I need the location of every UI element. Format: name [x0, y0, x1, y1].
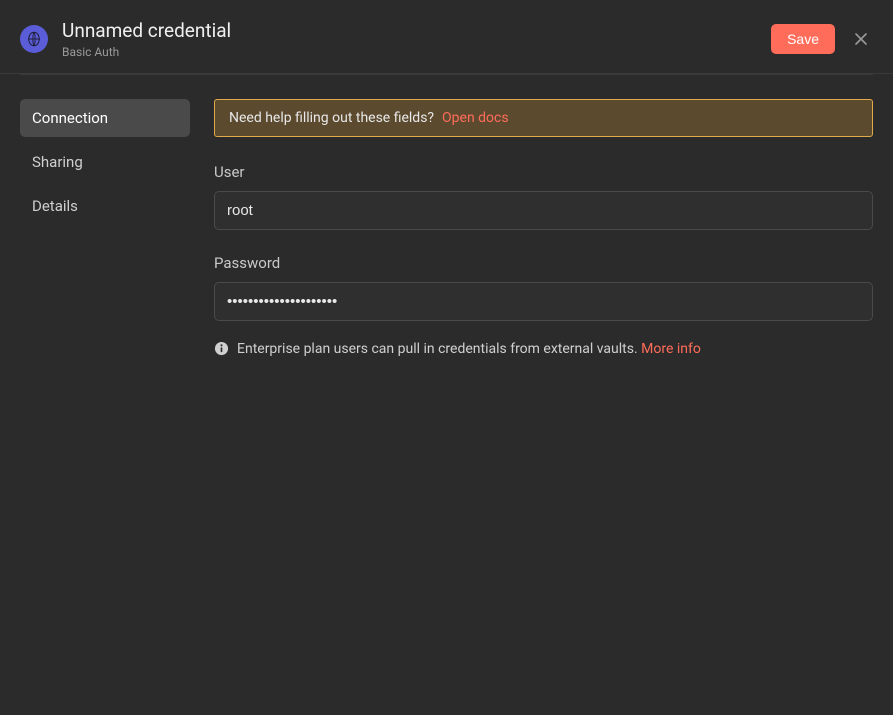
- tab-connection[interactable]: Connection: [20, 99, 190, 137]
- save-button[interactable]: Save: [771, 24, 835, 54]
- more-info-link[interactable]: More info: [641, 341, 701, 357]
- user-field: User: [214, 163, 873, 230]
- help-banner: Need help filling out these fields? Open…: [214, 99, 873, 137]
- help-banner-text: Need help filling out these fields?: [229, 110, 434, 126]
- tab-details[interactable]: Details: [20, 187, 190, 225]
- password-input[interactable]: [214, 282, 873, 321]
- open-docs-link[interactable]: Open docs: [442, 110, 509, 126]
- tab-sharing[interactable]: Sharing: [20, 143, 190, 181]
- main-panel: Need help filling out these fields? Open…: [214, 99, 873, 357]
- dialog-header: Unnamed credential Basic Auth Save: [0, 0, 893, 74]
- close-icon: [854, 32, 868, 46]
- info-icon: [214, 341, 229, 356]
- credential-type-icon: [20, 25, 48, 53]
- close-button[interactable]: [849, 27, 873, 51]
- sidebar: Connection Sharing Details: [20, 99, 190, 357]
- user-label: User: [214, 163, 873, 181]
- credential-subtitle: Basic Auth: [62, 45, 231, 59]
- user-input[interactable]: [214, 191, 873, 230]
- password-label: Password: [214, 254, 873, 272]
- enterprise-info-text: Enterprise plan users can pull in creden…: [237, 341, 638, 357]
- credential-title: Unnamed credential: [62, 20, 231, 43]
- enterprise-info: Enterprise plan users can pull in creden…: [214, 341, 873, 357]
- password-field: Password: [214, 254, 873, 321]
